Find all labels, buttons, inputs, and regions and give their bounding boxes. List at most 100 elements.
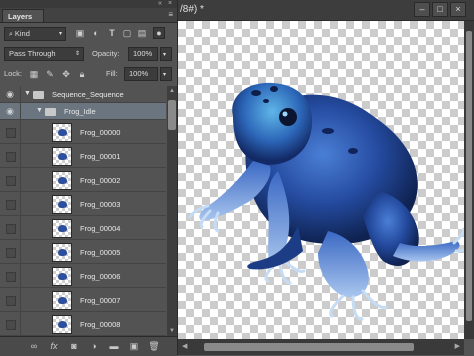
kind-filter-select[interactable]: ⌕ Kind ▾ xyxy=(4,27,66,41)
divider xyxy=(20,264,21,287)
layer-row[interactable]: Frog_00007 xyxy=(0,288,166,312)
layer-name: Frog_00008 xyxy=(80,320,121,329)
updown-icon: ⇕ xyxy=(74,51,80,57)
expand-triangle-icon[interactable]: ▼ xyxy=(36,107,43,114)
layer-row[interactable]: Frog_00004 xyxy=(0,216,166,240)
scroll-thumb[interactable] xyxy=(204,343,414,351)
divider xyxy=(20,86,21,102)
folder-icon xyxy=(45,108,56,116)
scroll-up-icon[interactable]: ▲ xyxy=(169,88,175,94)
scroll-left-icon[interactable]: ◀ xyxy=(182,342,187,350)
divider xyxy=(20,103,21,119)
document-horizontal-scrollbar[interactable]: ◀ ▶ xyxy=(178,339,464,355)
visibility-toggle[interactable] xyxy=(6,248,16,258)
visibility-toggle[interactable] xyxy=(6,272,16,282)
adjustment-filter-icon[interactable]: ◐ xyxy=(90,27,102,39)
blend-mode-select[interactable]: Pass Through ⇕ xyxy=(4,47,84,61)
maximize-button[interactable]: □ xyxy=(432,2,448,17)
tab-layers[interactable]: Layers xyxy=(2,9,44,22)
scroll-thumb[interactable] xyxy=(466,31,472,321)
eye-icon[interactable]: ◉ xyxy=(4,89,16,99)
visibility-toggle[interactable] xyxy=(6,152,16,162)
spot xyxy=(322,128,334,134)
mask-icon[interactable]: ◙ xyxy=(68,340,80,352)
layer-name: Sequence_Sequence xyxy=(52,90,124,99)
folder-icon xyxy=(33,91,44,99)
chevron-down-icon: ▾ xyxy=(163,72,167,78)
scroll-down-icon[interactable]: ▼ xyxy=(169,328,175,334)
frog-thumb-icon xyxy=(58,249,67,256)
back-right-foot xyxy=(393,241,460,262)
opacity-label: Opacity: xyxy=(92,49,120,58)
layer-row[interactable]: Frog_00003 xyxy=(0,192,166,216)
divider xyxy=(20,216,21,239)
layer-row-sequence[interactable]: ◉ ▼ Sequence_Sequence xyxy=(0,86,166,103)
layer-row[interactable]: Frog_00001 xyxy=(0,144,166,168)
layer-name: Frog_00002 xyxy=(80,176,121,185)
frog-eye xyxy=(279,108,297,126)
opacity-dropdown[interactable]: ▾ xyxy=(160,47,172,61)
scroll-right-icon[interactable]: ▶ xyxy=(455,342,460,350)
layer-row[interactable]: Frog_00000 xyxy=(0,120,166,144)
document-canvas[interactable] xyxy=(178,21,464,339)
collapse-icon[interactable]: « xyxy=(158,0,162,8)
shape-filter-icon[interactable]: ▢ xyxy=(121,27,133,39)
kind-label: Kind xyxy=(14,29,30,38)
layer-thumbnail xyxy=(52,147,72,166)
chevron-down-icon: ▾ xyxy=(58,31,62,37)
blend-mode-value: Pass Through xyxy=(9,49,56,58)
lock-pixels-icon[interactable]: ✎ xyxy=(44,68,56,80)
eye-highlight xyxy=(282,111,288,117)
close-button[interactable]: × xyxy=(450,2,466,17)
layer-thumbnail xyxy=(52,243,72,262)
visibility-toggle[interactable] xyxy=(6,224,16,234)
link-icon[interactable]: ∞ xyxy=(28,340,40,352)
lock-row: Lock: ▦ ✎ ✥ 🔒︎ Fill: 100% ▾ xyxy=(0,66,177,82)
panel-titlebar: « × xyxy=(0,0,177,8)
layers-scrollbar[interactable]: ▲ ▼ xyxy=(167,86,177,336)
lock-transparent-icon[interactable]: ▦ xyxy=(28,68,40,80)
divider xyxy=(20,168,21,191)
lock-position-icon[interactable]: ✥ xyxy=(60,68,72,80)
layer-name: Frog_Idle xyxy=(64,107,96,116)
layer-thumbnail xyxy=(52,171,72,190)
close-icon[interactable]: × xyxy=(168,0,172,8)
lock-all-icon[interactable]: 🔒︎ xyxy=(76,68,88,80)
layer-row-frog-idle[interactable]: ◉ ▼ Frog_Idle xyxy=(0,103,166,120)
document-title: /8#) * xyxy=(180,4,204,15)
panel-menu-icon[interactable]: ≡ xyxy=(168,10,173,20)
group-icon[interactable]: ▬ xyxy=(108,340,120,352)
lock-label: Lock: xyxy=(4,69,22,78)
opacity-input[interactable]: 100% xyxy=(128,47,158,61)
layer-row[interactable]: Frog_00008 xyxy=(0,312,166,336)
scroll-thumb[interactable] xyxy=(168,100,176,130)
document-vertical-scrollbar[interactable] xyxy=(464,21,474,339)
fill-input[interactable]: 100% xyxy=(124,67,158,81)
new-layer-icon[interactable]: ▣ xyxy=(128,340,140,352)
divider xyxy=(20,312,21,335)
fill-dropdown[interactable]: ▾ xyxy=(160,67,172,81)
spot xyxy=(270,86,278,92)
trash-icon[interactable]: 🗑︎ xyxy=(148,340,160,352)
filter-toggle-icon[interactable]: ● xyxy=(153,27,165,39)
visibility-toggle[interactable] xyxy=(6,200,16,210)
pixel-filter-icon[interactable]: ▣ xyxy=(74,27,86,39)
visibility-toggle[interactable] xyxy=(6,296,16,306)
divider xyxy=(20,120,21,143)
visibility-toggle[interactable] xyxy=(6,128,16,138)
smart-object-filter-icon[interactable]: ▤ xyxy=(136,27,148,39)
expand-triangle-icon[interactable]: ▼ xyxy=(24,90,31,97)
type-filter-icon[interactable]: T xyxy=(106,27,118,39)
layer-row[interactable]: Frog_00006 xyxy=(0,264,166,288)
visibility-toggle[interactable] xyxy=(6,320,16,330)
layer-row[interactable]: Frog_00002 xyxy=(0,168,166,192)
fx-icon[interactable]: fx xyxy=(48,340,60,352)
minimize-button[interactable]: – xyxy=(414,2,430,17)
tab-row: Layers ≡ xyxy=(0,8,177,23)
layer-row[interactable]: Frog_00005 xyxy=(0,240,166,264)
layer-name: Frog_00003 xyxy=(80,200,121,209)
frog-thumb-icon xyxy=(58,321,67,328)
visibility-toggle[interactable] xyxy=(6,176,16,186)
eye-icon[interactable]: ◉ xyxy=(4,106,16,116)
adjustment-icon[interactable]: ◑ xyxy=(88,340,100,352)
